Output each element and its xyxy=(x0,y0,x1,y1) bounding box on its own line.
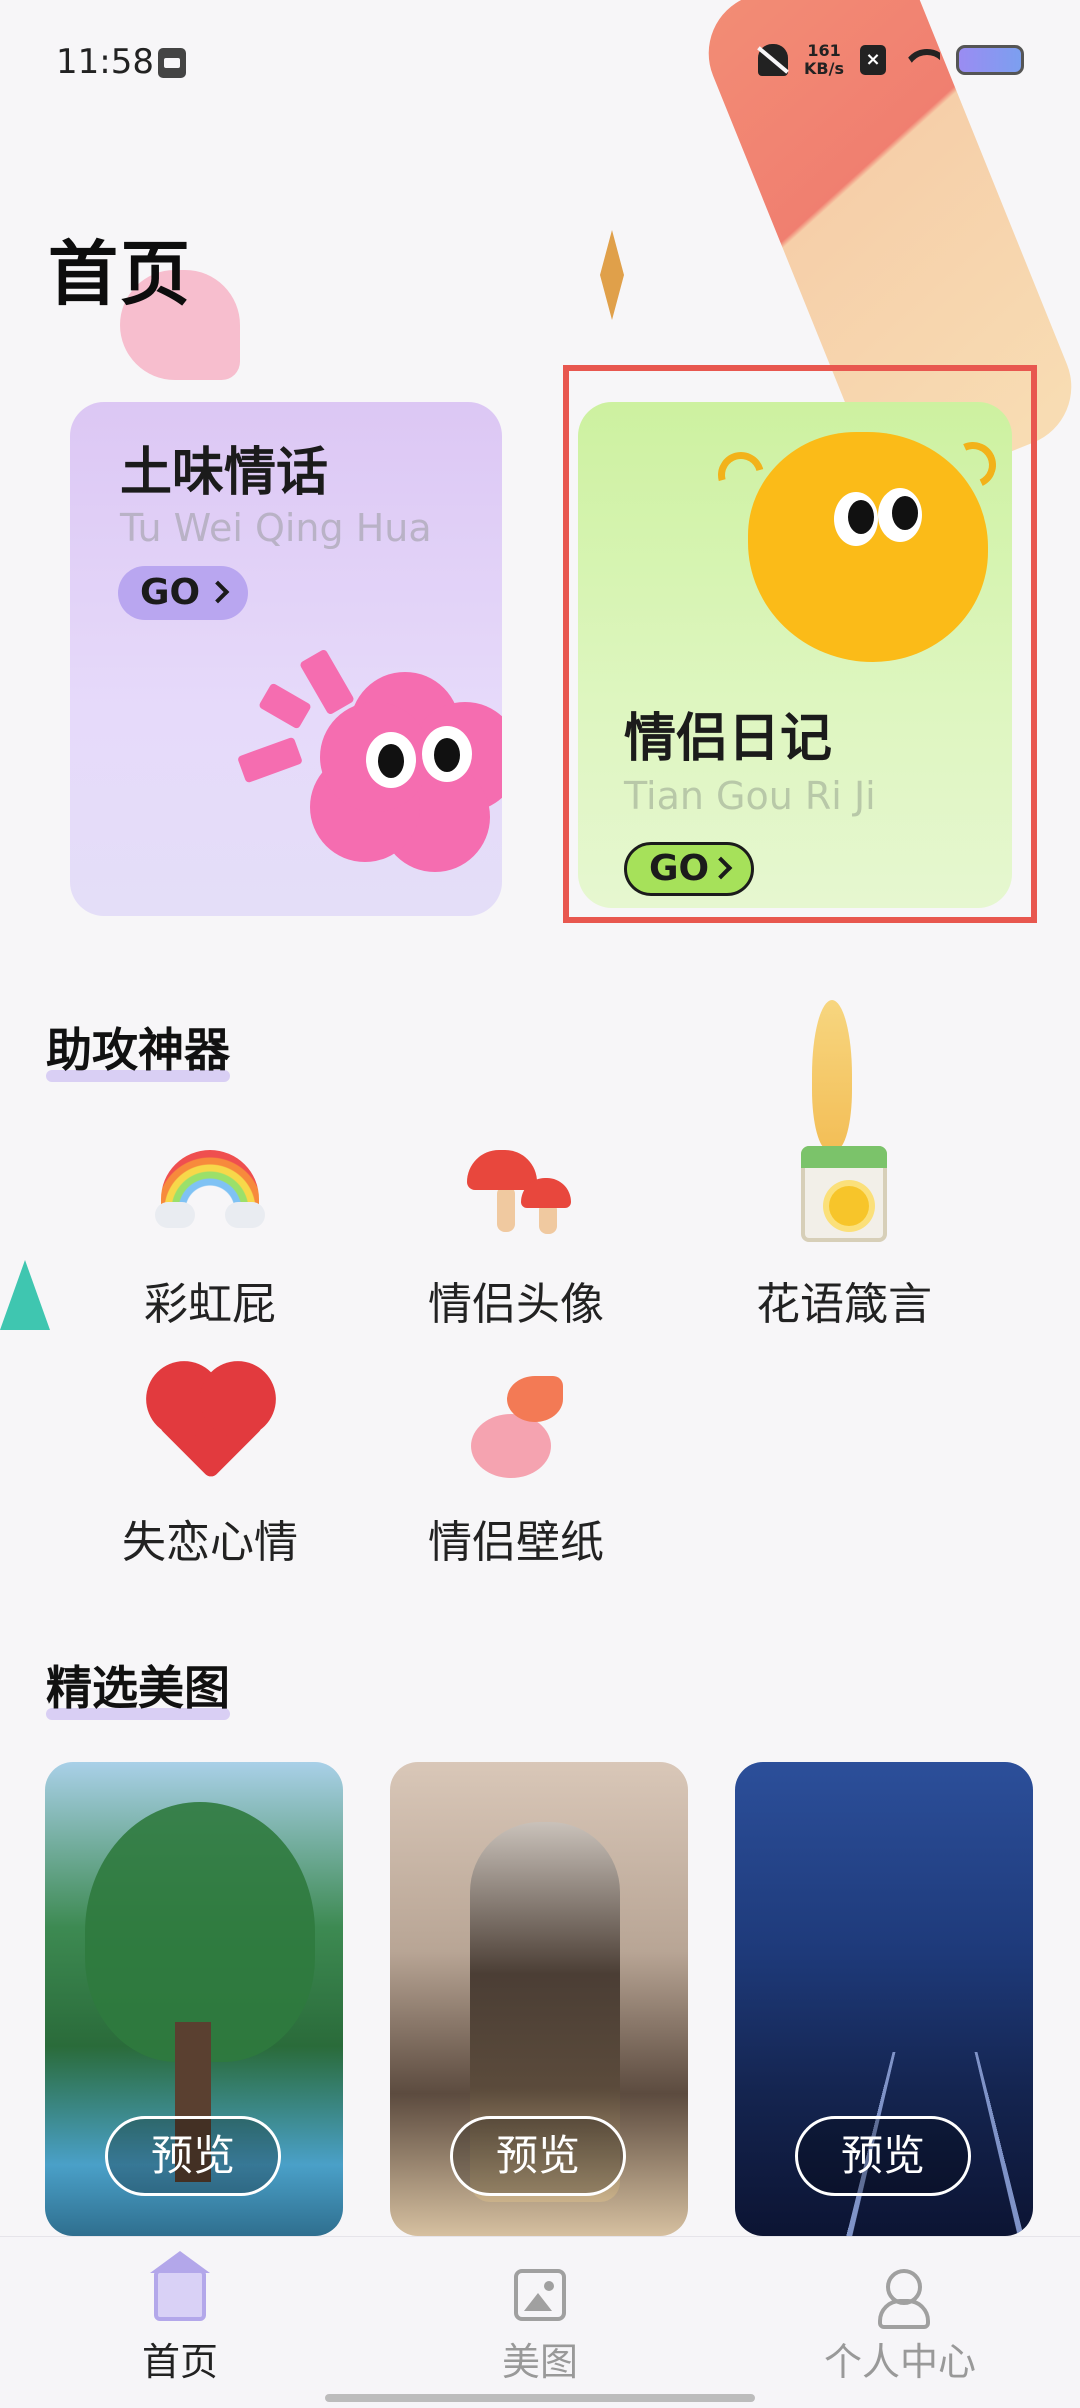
yellow-blob-illustration xyxy=(709,422,1003,662)
user-icon xyxy=(874,2269,930,2329)
mushroom-icon xyxy=(461,1136,571,1246)
chevron-right-icon xyxy=(206,580,230,604)
status-bar: 11:58 161 KB/s × xyxy=(0,0,1080,120)
status-icons: 161 KB/s × xyxy=(758,40,1024,80)
home-icon xyxy=(150,2251,210,2321)
image-icon xyxy=(514,2269,566,2321)
network-speed-unit: KB/s xyxy=(804,59,844,78)
go-label: GO xyxy=(140,572,201,613)
go-label: GO xyxy=(649,848,710,889)
nav-label: 美图 xyxy=(501,2340,578,2384)
preview-button[interactable]: 预览 xyxy=(105,2116,281,2196)
tool-label: 花语箴言 xyxy=(756,1279,932,1330)
sim-icon xyxy=(158,48,186,78)
calendar-flower-icon xyxy=(789,1136,899,1246)
bottom-nav: 首页 美图 个人中心 xyxy=(0,2236,1080,2408)
nav-profile[interactable]: 个人中心 xyxy=(800,2269,1000,2386)
background-decoration xyxy=(812,1000,852,1150)
butterfly-peach-icon xyxy=(461,1374,571,1484)
gallery-image[interactable]: 预览 xyxy=(735,1762,1033,2236)
go-button[interactable]: GO xyxy=(118,566,248,620)
feature-card-tuwei[interactable]: 土味情话 Tu Wei Qing Hua GO xyxy=(70,402,502,916)
x-icon: × xyxy=(860,45,886,75)
card-subtitle: Tu Wei Qing Hua xyxy=(120,506,432,550)
network-speed-value: 161 xyxy=(807,41,841,60)
card-title: 情侣日记 xyxy=(624,709,833,769)
status-time: 11:58 xyxy=(56,42,154,82)
pink-flower-illustration xyxy=(237,648,502,872)
page-title: 首页 xyxy=(48,233,192,315)
tool-label: 情侣壁纸 xyxy=(428,1517,604,1568)
tool-rainbow[interactable]: 彩虹屁 xyxy=(80,1136,340,1332)
go-button[interactable]: GO xyxy=(624,842,754,896)
bell-off-icon xyxy=(758,44,789,76)
home-indicator[interactable] xyxy=(325,2394,755,2402)
broken-heart-icon xyxy=(155,1372,265,1484)
nav-home[interactable]: 首页 xyxy=(80,2251,280,2386)
preview-button[interactable]: 预览 xyxy=(450,2116,626,2196)
sparkle-decoration xyxy=(600,230,624,320)
nav-gallery[interactable]: 美图 xyxy=(440,2269,640,2386)
card-subtitle: Tian Gou Ri Ji xyxy=(624,774,876,818)
rainbow-icon xyxy=(155,1136,265,1246)
tool-couple-avatar[interactable]: 情侣头像 xyxy=(386,1136,646,1332)
tool-label: 失恋心情 xyxy=(122,1517,298,1568)
tool-label: 彩虹屁 xyxy=(144,1279,276,1330)
background-decoration xyxy=(0,1260,50,1330)
nav-label: 个人中心 xyxy=(823,2340,976,2384)
tool-heartbreak[interactable]: 失恋心情 xyxy=(80,1372,340,1570)
tool-label: 情侣头像 xyxy=(428,1279,604,1330)
preview-button[interactable]: 预览 xyxy=(795,2116,971,2196)
feature-card-diary[interactable]: 情侣日记 Tian Gou Ri Ji GO xyxy=(578,402,1012,908)
battery-icon xyxy=(956,45,1024,75)
gallery-image[interactable]: 预览 xyxy=(390,1762,688,2236)
tool-couple-wallpaper[interactable]: 情侣壁纸 xyxy=(386,1374,646,1570)
network-speed: 161 KB/s xyxy=(804,42,844,78)
nav-label: 首页 xyxy=(141,2340,218,2384)
tool-flower-quotes[interactable]: 花语箴言 xyxy=(714,1136,974,1332)
card-title: 土味情话 xyxy=(120,443,329,503)
gallery-image[interactable]: 预览 xyxy=(45,1762,343,2236)
section-title-tools: 助攻神器 xyxy=(46,1014,230,1082)
wifi-icon xyxy=(902,45,940,75)
chevron-right-icon xyxy=(709,856,733,880)
section-title-gallery: 精选美图 xyxy=(46,1652,230,1720)
